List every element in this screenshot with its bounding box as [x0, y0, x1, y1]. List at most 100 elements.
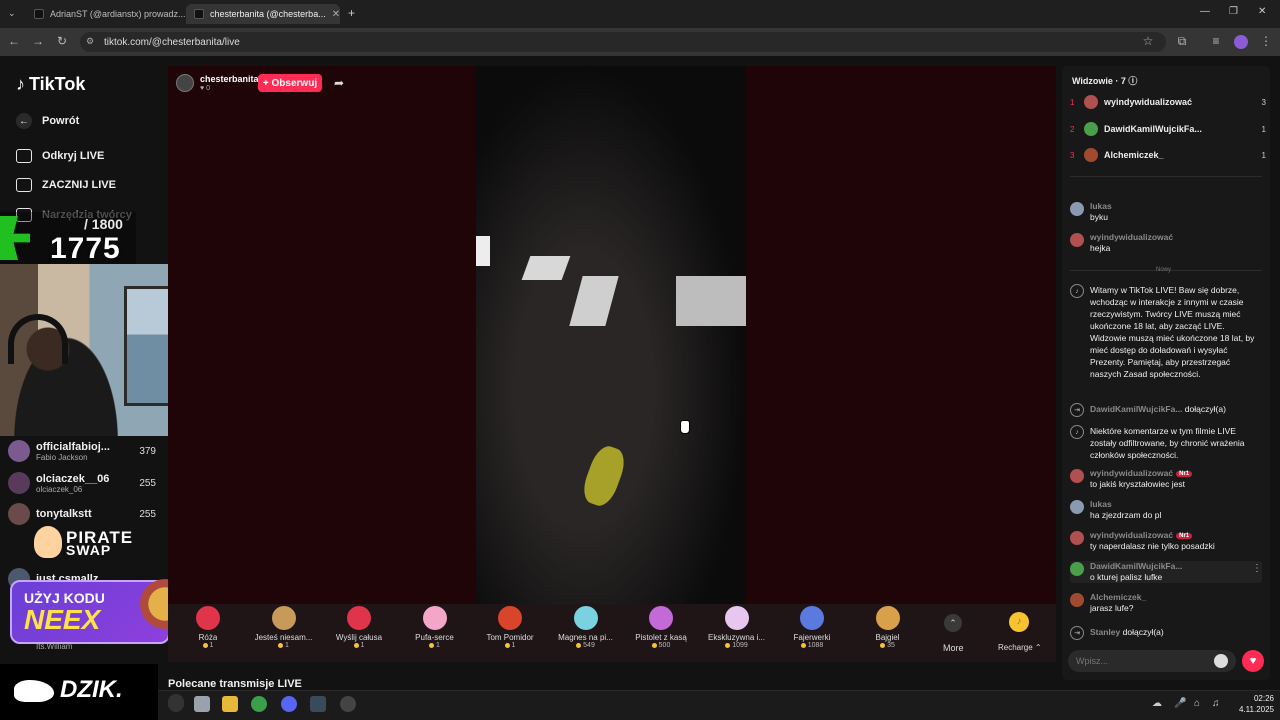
top-viewer-row[interactable]: 3 Alchemiczek_ 1	[1070, 148, 1266, 162]
sidebar-item-go-live[interactable]: ZACZNIJ LIVE	[16, 178, 116, 192]
avatar	[8, 503, 30, 525]
ranking-score: 255	[139, 477, 156, 489]
gift-price: 500	[651, 642, 670, 649]
viewer-score: 1	[1261, 124, 1266, 134]
more-gifts-button[interactable]: More	[943, 643, 964, 653]
gift-item[interactable]: Tom Pomidor 1	[476, 606, 544, 660]
cloud-icon[interactable]: ☁	[1152, 698, 1162, 709]
chat-message[interactable]: lukas ha zjezdrzam do pl	[1070, 499, 1262, 521]
volume-icon[interactable]: ♫	[1212, 698, 1220, 709]
extensions-icon[interactable]: ⧉	[1174, 34, 1190, 49]
ranking-score: 255	[139, 508, 156, 520]
follow-button[interactable]: + Obserwuj	[258, 74, 322, 92]
chat-message[interactable]: DawidKamilWujcikFa... o kturej palisz luf…	[1070, 561, 1262, 583]
gift-item[interactable]: Ekskluzywna i... 1099	[703, 606, 771, 660]
chrome-icon[interactable]	[251, 696, 267, 712]
clock-date[interactable]: 4.11.2025	[1224, 705, 1274, 714]
search-icon[interactable]	[168, 694, 184, 712]
chat-message[interactable]: wyindywidualizować hejka	[1070, 232, 1262, 254]
gift-item[interactable]: Magnes na pi... 549	[552, 606, 620, 660]
chat-username: DawidKamilWujcikFa...	[1090, 404, 1183, 414]
gift-item[interactable]: Wyślij całusa 1	[325, 606, 393, 660]
chat-input[interactable]	[1068, 650, 1236, 672]
tab-search-icon[interactable]: ⌄	[8, 8, 16, 19]
viewer-name: Alchemiczek_	[1104, 150, 1164, 160]
gift-price-value: 1	[436, 642, 440, 649]
file-explorer-icon[interactable]	[222, 696, 238, 712]
gift-icon	[196, 606, 220, 630]
gift-price-value: 35	[887, 642, 895, 649]
ranking-row[interactable]: olciaczek__06 olciaczek_06 255	[8, 472, 156, 494]
tiktok-note-icon: ♪	[16, 74, 25, 94]
chat-text: dołączył(a)	[1184, 404, 1226, 414]
profile-avatar[interactable]	[1234, 35, 1248, 49]
discord-icon[interactable]	[281, 696, 297, 712]
gift-item[interactable]: Jesteś niesam... 1	[250, 606, 318, 660]
chevron-up-icon[interactable]: ⌃	[944, 614, 962, 632]
chat-message[interactable]: wyindywidualizować Nr1 ty naperdalasz nie …	[1070, 530, 1262, 552]
back-label: Powrót	[42, 115, 80, 127]
chat-message[interactable]: Alchemiczek_ jarasz lufe?	[1070, 592, 1262, 614]
minimize-icon[interactable]: —	[1200, 6, 1210, 17]
gift-item[interactable]: Róża 1	[174, 606, 242, 660]
system-message: ♪ Niektóre komentarze w tym filmie LIVE …	[1070, 425, 1262, 461]
car-window-light	[569, 276, 619, 326]
gift-price: 1	[278, 642, 289, 649]
coin-icon	[202, 643, 208, 648]
reload-icon[interactable]: ↻	[54, 34, 70, 48]
ranking-row[interactable]: officialfabioj... Fabio Jackson 379	[8, 440, 156, 462]
gift-icon	[800, 606, 824, 630]
close-tab-icon[interactable]: ✕	[332, 9, 340, 20]
top-viewer-row[interactable]: 1 wyindywidualizować 3	[1070, 95, 1266, 109]
sidebar-item-discover-live[interactable]: Odkryj LIVE	[16, 149, 104, 163]
host-name[interactable]: chesterbanita	[200, 74, 259, 84]
back-link[interactable]: ← Powrót	[16, 113, 79, 129]
ranking-name: tonytalkstt	[36, 508, 92, 520]
chat-text: byku	[1090, 212, 1108, 222]
browser-tab-2[interactable]: chesterbanita (@chesterba... ✕	[186, 4, 340, 24]
close-window-icon[interactable]: ✕	[1258, 6, 1266, 17]
gift-price: 1	[353, 642, 364, 649]
tiktok-logo[interactable]: ♪ TikTok	[16, 74, 85, 95]
host-avatar[interactable]	[176, 74, 194, 92]
address-bar[interactable]: tiktok.com/@chesterbanita/live	[80, 32, 1166, 52]
ranking-row[interactable]: tonytalkstt 255	[8, 503, 156, 525]
new-tab-button[interactable]: +	[348, 6, 355, 20]
chat-message[interactable]: lukas byku	[1070, 201, 1262, 223]
gift-item[interactable]: Pistolet z kasą 500	[627, 606, 695, 660]
clock-time[interactable]: 02:26	[1234, 694, 1274, 703]
app-icon[interactable]	[310, 696, 326, 712]
more-options-icon[interactable]: ⋮	[1252, 563, 1262, 574]
live-video[interactable]	[476, 66, 746, 604]
chat-message[interactable]: wyindywidualizować Nr1 to jakiś kryształow…	[1070, 468, 1262, 490]
site-info-icon[interactable]: ⚙	[86, 36, 94, 47]
maximize-icon[interactable]: ❐	[1229, 6, 1238, 17]
viewers-header[interactable]: Widzowie · 7 ⓘ	[1072, 74, 1137, 87]
viewer-rank: 3	[1070, 150, 1075, 160]
coin-icon[interactable]: ♪	[1009, 612, 1029, 632]
browser-tab-1[interactable]: AdrianST (@ardianstx) prowadz... ✕	[26, 4, 186, 24]
obs-icon[interactable]	[340, 696, 356, 712]
share-icon[interactable]: ➦	[334, 76, 344, 90]
gift-item[interactable]: Bajgiel 35	[854, 606, 922, 660]
task-view-icon[interactable]	[194, 696, 210, 712]
media-control-icon[interactable]: ≡	[1208, 34, 1224, 48]
browser-menu-icon[interactable]: ⋮	[1258, 34, 1274, 48]
microphone-icon[interactable]: 🎤	[1174, 698, 1186, 709]
forward-arrow-icon[interactable]: →	[30, 34, 46, 48]
gift-item[interactable]: Fajerwerki 1088	[778, 606, 846, 660]
recharge-button[interactable]: Recharge ⌃	[998, 643, 1042, 652]
gift-name: Pistolet z kasą	[635, 633, 687, 642]
gift-name: Jesteś niesam...	[254, 633, 313, 642]
gift-item[interactable]: Pufa-serce 1	[401, 606, 469, 660]
gift-name: Pufa-serce	[415, 633, 454, 642]
network-icon[interactable]: ⌂	[1194, 698, 1200, 709]
join-message: ⇥ DawidKamilWujcikFa... dołączył(a)	[1070, 403, 1262, 417]
gift-price: 1	[504, 642, 515, 649]
like-heart-button[interactable]: ♥	[1242, 650, 1264, 672]
back-arrow-icon[interactable]: ←	[6, 34, 22, 48]
chat-username: Stanley	[1090, 627, 1121, 637]
bookmark-star-icon[interactable]: ☆	[1140, 34, 1156, 48]
top-viewer-row[interactable]: 2 DawidKamilWujcikFa... 1	[1070, 122, 1266, 136]
emoji-icon[interactable]	[1214, 654, 1228, 668]
